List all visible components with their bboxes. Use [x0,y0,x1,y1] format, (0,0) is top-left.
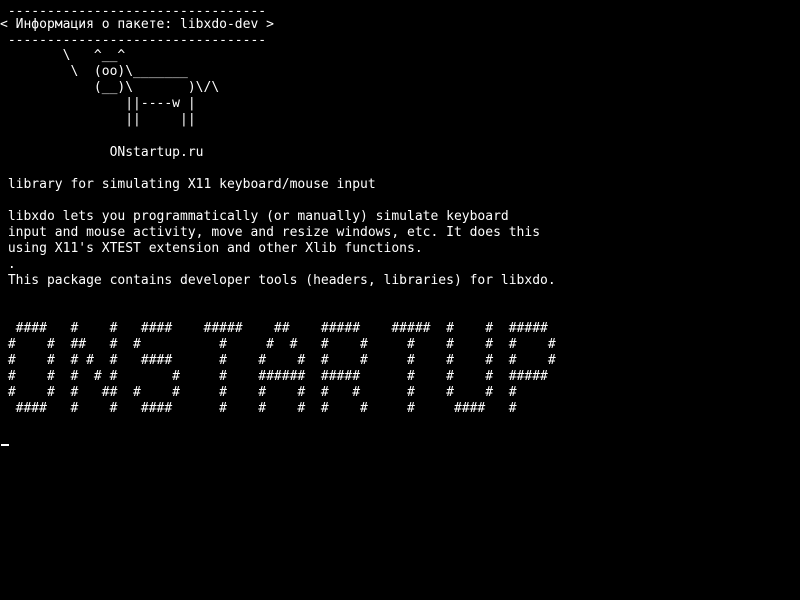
banner-art-line-3: # # # # # #### # # # # # # # # # # [0,353,556,368]
message-border-bottom: --------------------------------- [0,33,267,48]
site-credit: ONstartup.ru [0,145,204,160]
package-info-header: < Информация о пакете: libxdo-dev > [0,17,274,32]
banner-art-line-4: # # # # # # # ###### ##### # # # ##### [0,369,548,384]
description-line-1: libxdo lets you programmatically (or man… [0,209,509,224]
description-line-4: . [0,257,16,272]
terminal-screen[interactable]: --------------------------------- < Инфо… [0,0,800,600]
text-cursor [1,444,9,446]
description-line-5: This package contains developer tools (h… [0,273,556,288]
cow-art-line-1: \ ^__^ [0,48,126,63]
banner-art-line-1: #### # # #### ##### ## ##### ##### # # #… [0,321,548,336]
cow-art-line-5: || || [0,112,196,127]
banner-art-line-5: # # # ## # # # # # # # # # # # [0,385,517,400]
description-line-3: using X11's XTEST extension and other Xl… [0,241,423,256]
cow-art-line-3: (__)\ )\/\ [0,80,220,95]
description-line-2: input and mouse activity, move and resiz… [0,225,541,240]
banner-art-line-6: #### # # #### # # # # # # #### # [0,401,517,416]
package-summary: library for simulating X11 keyboard/mous… [0,177,376,192]
cow-art-line-4: ||----w | [0,96,196,111]
banner-art-line-2: # # ## # # # # # # # # # # # # [0,337,556,352]
cow-art-line-2: \ (oo)\_______ [0,64,188,79]
